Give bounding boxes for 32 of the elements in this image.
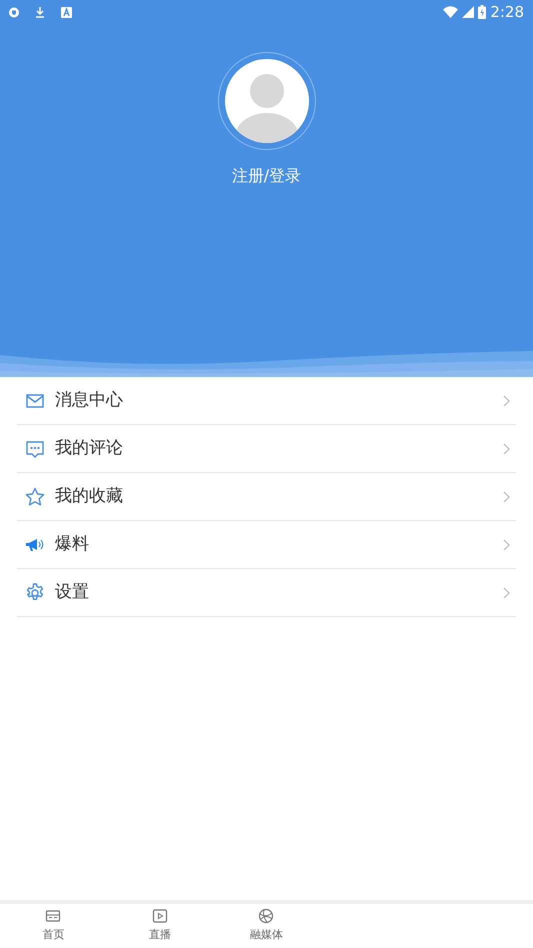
chevron-right-icon xyxy=(503,538,510,550)
signal-icon xyxy=(462,6,474,18)
menu-label: 我的收藏 xyxy=(55,484,123,508)
menu-item[interactable]: 爆料 xyxy=(17,521,516,569)
card-icon xyxy=(45,908,62,924)
download-icon xyxy=(35,6,45,18)
menu-label: 我的评论 xyxy=(55,436,123,460)
tab[interactable]: 融媒体 xyxy=(213,904,320,948)
menu-item[interactable]: 设置 xyxy=(17,569,516,617)
menu-label: 设置 xyxy=(55,580,89,604)
chevron-right-icon xyxy=(503,394,510,406)
menu-item[interactable]: 我的评论 xyxy=(17,425,516,473)
menu-item[interactable]: 我的收藏 xyxy=(17,473,516,521)
avatar-icon[interactable] xyxy=(224,59,308,143)
menu-label: 爆料 xyxy=(55,532,89,556)
chevron-right-icon xyxy=(503,490,510,502)
chevron-right-icon xyxy=(503,586,510,598)
app-icon xyxy=(61,6,72,18)
comment-icon xyxy=(25,438,45,458)
tab[interactable]: 首页 xyxy=(0,904,107,948)
tab[interactable]: 直播 xyxy=(106,904,214,948)
star-icon xyxy=(25,486,45,506)
wifi-icon xyxy=(443,6,458,18)
battery-icon xyxy=(478,5,486,19)
globe-icon xyxy=(258,908,274,924)
settings-icon xyxy=(25,582,45,602)
play-icon xyxy=(152,908,168,924)
chevron-right-icon xyxy=(503,442,510,454)
status-time: 2:28 xyxy=(490,2,524,23)
shield-icon xyxy=(9,6,19,18)
menu-item[interactable]: 消息中心 xyxy=(17,377,516,425)
menu-label: 消息中心 xyxy=(55,388,123,412)
